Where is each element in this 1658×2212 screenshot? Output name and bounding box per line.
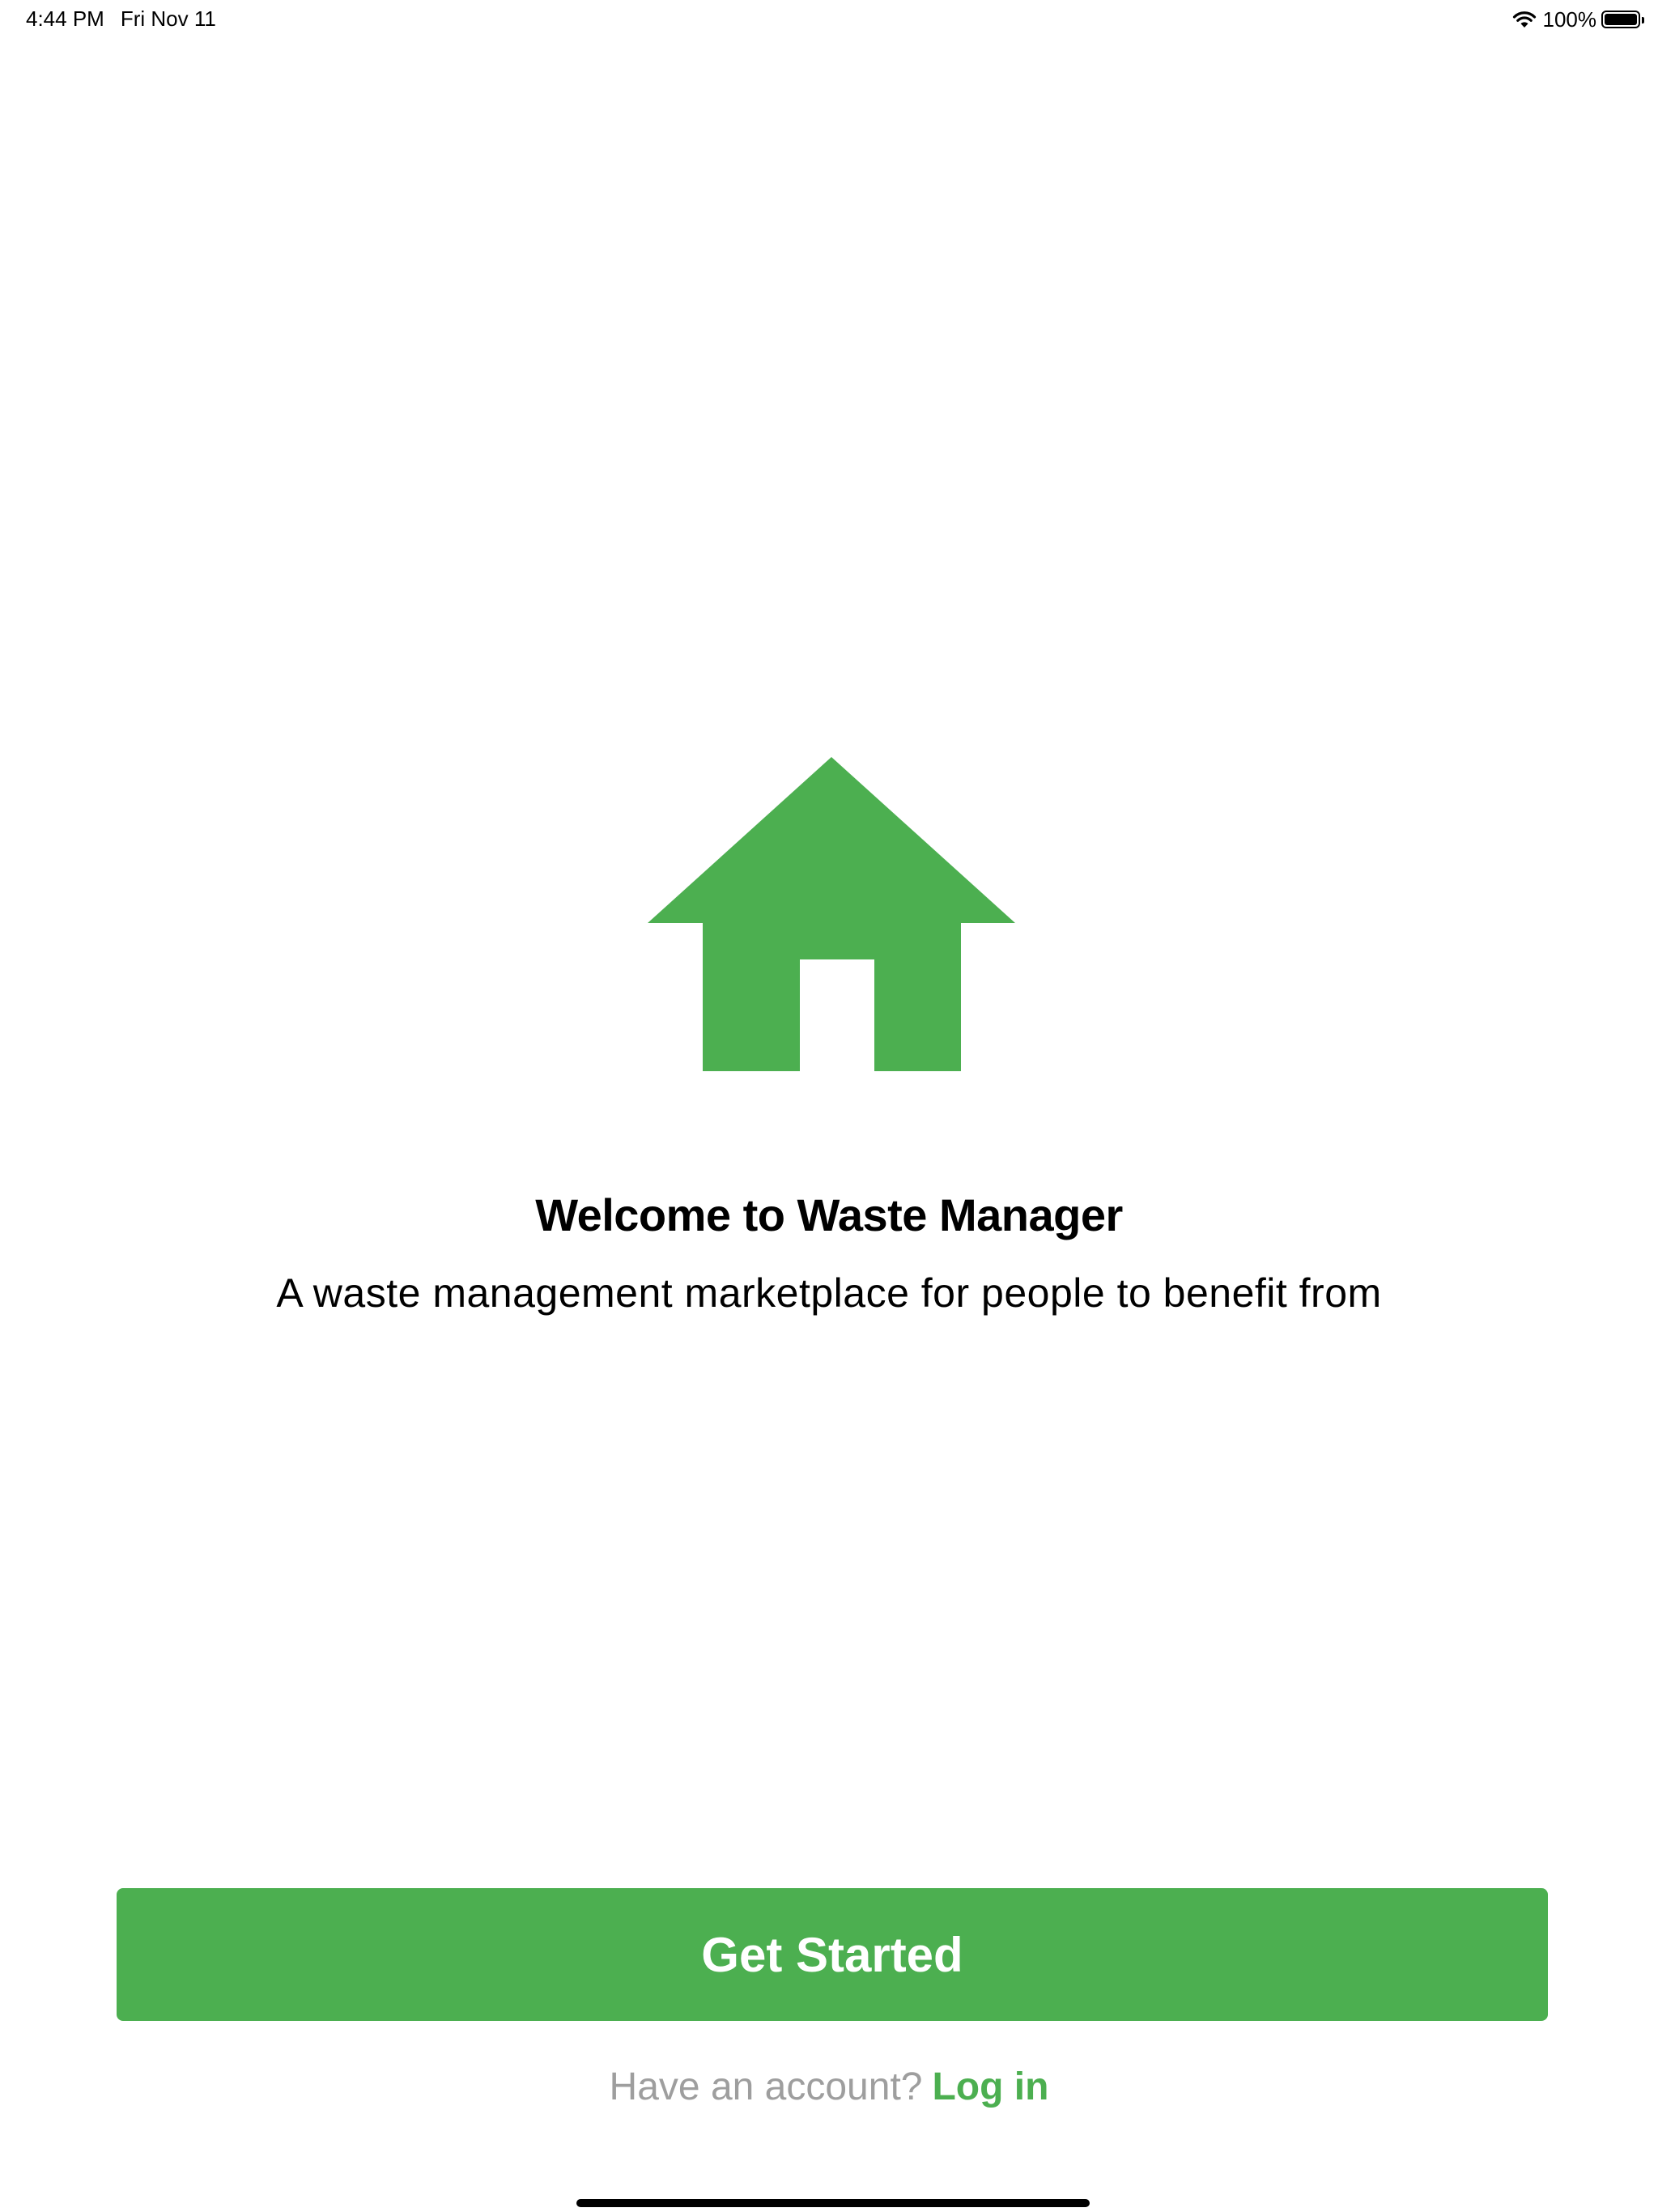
house-icon xyxy=(648,757,1015,1071)
welcome-subtitle: A waste management marketplace for peopl… xyxy=(276,1270,1382,1316)
welcome-screen: 4:44 PM Fri Nov 11 100% Welcome to Waste … xyxy=(0,0,1658,2212)
status-bar-left: 4:44 PM Fri Nov 11 xyxy=(26,6,216,32)
battery-tip xyxy=(1642,17,1644,23)
battery-level-fill xyxy=(1605,14,1637,25)
login-link[interactable]: Log in xyxy=(932,2065,1048,2108)
welcome-title: Welcome to Waste Manager xyxy=(535,1189,1123,1240)
status-bar-right: 100% xyxy=(1512,6,1644,32)
battery-icon xyxy=(1601,11,1644,28)
status-date: Fri Nov 11 xyxy=(120,6,216,31)
login-prompt: Have an account? xyxy=(609,2065,923,2108)
home-indicator[interactable] xyxy=(576,2199,1090,2207)
battery-percentage: 100% xyxy=(1542,6,1597,32)
wifi-icon xyxy=(1512,11,1536,28)
get-started-button[interactable]: Get Started xyxy=(117,1888,1548,2021)
login-row: Have an account? Log in xyxy=(0,2065,1658,2109)
status-time: 4:44 PM xyxy=(26,6,104,31)
